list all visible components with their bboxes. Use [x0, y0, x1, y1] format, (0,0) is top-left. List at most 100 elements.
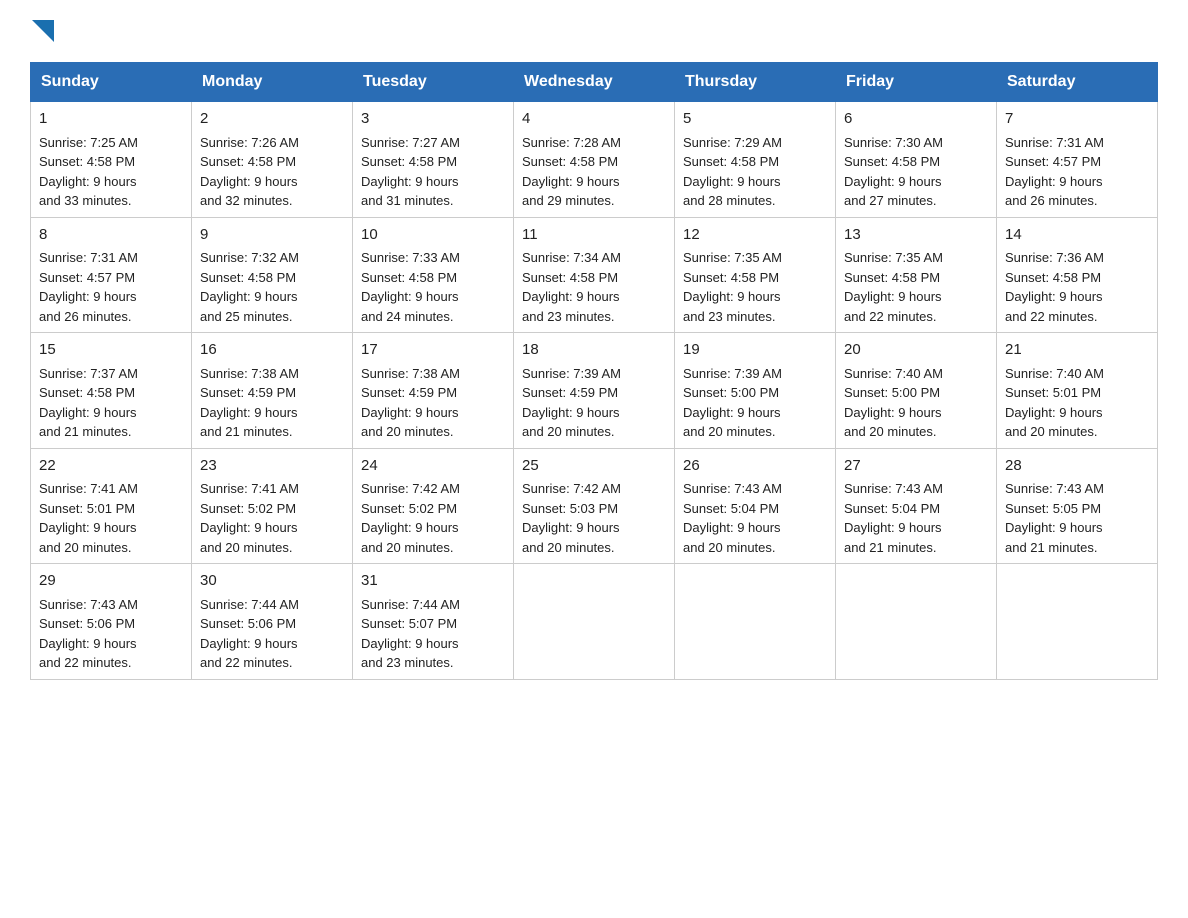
day-number: 8: [39, 224, 183, 247]
day-number: 20: [844, 339, 988, 362]
day-cell: 29Sunrise: 7:43 AMSunset: 5:06 PMDayligh…: [31, 564, 192, 680]
day-info: Sunrise: 7:43 AMSunset: 5:04 PMDaylight:…: [844, 481, 943, 555]
day-info: Sunrise: 7:41 AMSunset: 5:02 PMDaylight:…: [200, 481, 299, 555]
day-info: Sunrise: 7:32 AMSunset: 4:58 PMDaylight:…: [200, 250, 299, 324]
day-cell: 21 Sunrise: 7:40 AMSunset: 5:01 PMDayligh…: [997, 333, 1158, 449]
day-cell: 8 Sunrise: 7:31 AMSunset: 4:57 PMDaylight…: [31, 217, 192, 333]
day-number: 4: [522, 108, 666, 131]
day-info: Sunrise: 7:30 AMSunset: 4:58 PMDaylight:…: [844, 135, 943, 209]
day-cell: 27Sunrise: 7:43 AMSunset: 5:04 PMDayligh…: [836, 448, 997, 564]
day-number: 12: [683, 224, 827, 247]
header-sunday: Sunday: [31, 63, 192, 102]
day-cell: 3 Sunrise: 7:27 AMSunset: 4:58 PMDaylight…: [353, 102, 514, 218]
day-cell: 15 Sunrise: 7:37 AMSunset: 4:58 PMDayligh…: [31, 333, 192, 449]
day-cell: 30 Sunrise: 7:44 AMSunset: 5:06 PMDayligh…: [192, 564, 353, 680]
days-header-row: SundayMondayTuesdayWednesdayThursdayFrid…: [31, 63, 1158, 102]
day-info: Sunrise: 7:42 AMSunset: 5:02 PMDaylight:…: [361, 481, 460, 555]
day-number: 28: [1005, 455, 1149, 478]
day-number: 31: [361, 570, 505, 593]
day-info: Sunrise: 7:43 AMSunset: 5:04 PMDaylight:…: [683, 481, 782, 555]
day-info: Sunrise: 7:39 AMSunset: 5:00 PMDaylight:…: [683, 366, 782, 440]
day-number: 30: [200, 570, 344, 593]
day-cell: 22 Sunrise: 7:41 AMSunset: 5:01 PMDayligh…: [31, 448, 192, 564]
day-cell: 6 Sunrise: 7:30 AMSunset: 4:58 PMDaylight…: [836, 102, 997, 218]
day-info: Sunrise: 7:42 AMSunset: 5:03 PMDaylight:…: [522, 481, 621, 555]
day-info: Sunrise: 7:37 AMSunset: 4:58 PMDaylight:…: [39, 366, 138, 440]
day-cell: [514, 564, 675, 680]
day-number: 3: [361, 108, 505, 131]
header-thursday: Thursday: [675, 63, 836, 102]
day-cell: 23 Sunrise: 7:41 AMSunset: 5:02 PMDayligh…: [192, 448, 353, 564]
day-number: 14: [1005, 224, 1149, 247]
day-cell: 14 Sunrise: 7:36 AMSunset: 4:58 PMDayligh…: [997, 217, 1158, 333]
day-info: Sunrise: 7:40 AMSunset: 5:01 PMDaylight:…: [1005, 366, 1104, 440]
day-info: Sunrise: 7:27 AMSunset: 4:58 PMDaylight:…: [361, 135, 460, 209]
day-number: 9: [200, 224, 344, 247]
day-info: Sunrise: 7:44 AMSunset: 5:07 PMDaylight:…: [361, 597, 460, 671]
week-row-5: 29Sunrise: 7:43 AMSunset: 5:06 PMDayligh…: [31, 564, 1158, 680]
page-header: [30, 20, 1158, 42]
day-info: Sunrise: 7:44 AMSunset: 5:06 PMDaylight:…: [200, 597, 299, 671]
day-cell: 11Sunrise: 7:34 AMSunset: 4:58 PMDayligh…: [514, 217, 675, 333]
day-number: 5: [683, 108, 827, 131]
day-number: 16: [200, 339, 344, 362]
day-cell: 13 Sunrise: 7:35 AMSunset: 4:58 PMDayligh…: [836, 217, 997, 333]
day-info: Sunrise: 7:35 AMSunset: 4:58 PMDaylight:…: [683, 250, 782, 324]
day-cell: 7 Sunrise: 7:31 AMSunset: 4:57 PMDaylight…: [997, 102, 1158, 218]
logo-triangle-icon: [32, 20, 54, 42]
week-row-2: 8 Sunrise: 7:31 AMSunset: 4:57 PMDaylight…: [31, 217, 1158, 333]
day-info: Sunrise: 7:31 AMSunset: 4:57 PMDaylight:…: [1005, 135, 1104, 209]
day-number: 18: [522, 339, 666, 362]
day-info: Sunrise: 7:25 AMSunset: 4:58 PMDaylight:…: [39, 135, 138, 209]
day-cell: 2 Sunrise: 7:26 AMSunset: 4:58 PMDaylight…: [192, 102, 353, 218]
day-cell: 1 Sunrise: 7:25 AMSunset: 4:58 PMDaylight…: [31, 102, 192, 218]
day-number: 26: [683, 455, 827, 478]
day-number: 1: [39, 108, 183, 131]
day-info: Sunrise: 7:31 AMSunset: 4:57 PMDaylight:…: [39, 250, 138, 324]
day-cell: 25 Sunrise: 7:42 AMSunset: 5:03 PMDayligh…: [514, 448, 675, 564]
day-number: 24: [361, 455, 505, 478]
day-number: 21: [1005, 339, 1149, 362]
day-cell: 18 Sunrise: 7:39 AMSunset: 4:59 PMDayligh…: [514, 333, 675, 449]
day-number: 7: [1005, 108, 1149, 131]
day-number: 10: [361, 224, 505, 247]
day-number: 2: [200, 108, 344, 131]
day-info: Sunrise: 7:28 AMSunset: 4:58 PMDaylight:…: [522, 135, 621, 209]
day-cell: 17 Sunrise: 7:38 AMSunset: 4:59 PMDayligh…: [353, 333, 514, 449]
day-info: Sunrise: 7:35 AMSunset: 4:58 PMDaylight:…: [844, 250, 943, 324]
day-info: Sunrise: 7:40 AMSunset: 5:00 PMDaylight:…: [844, 366, 943, 440]
logo: [30, 20, 54, 42]
day-cell: 26 Sunrise: 7:43 AMSunset: 5:04 PMDayligh…: [675, 448, 836, 564]
week-row-3: 15 Sunrise: 7:37 AMSunset: 4:58 PMDayligh…: [31, 333, 1158, 449]
day-number: 25: [522, 455, 666, 478]
header-saturday: Saturday: [997, 63, 1158, 102]
day-cell: 5 Sunrise: 7:29 AMSunset: 4:58 PMDaylight…: [675, 102, 836, 218]
header-monday: Monday: [192, 63, 353, 102]
day-info: Sunrise: 7:41 AMSunset: 5:01 PMDaylight:…: [39, 481, 138, 555]
day-cell: 19 Sunrise: 7:39 AMSunset: 5:00 PMDayligh…: [675, 333, 836, 449]
day-cell: 4 Sunrise: 7:28 AMSunset: 4:58 PMDaylight…: [514, 102, 675, 218]
day-cell: 31 Sunrise: 7:44 AMSunset: 5:07 PMDayligh…: [353, 564, 514, 680]
week-row-4: 22 Sunrise: 7:41 AMSunset: 5:01 PMDayligh…: [31, 448, 1158, 564]
day-number: 13: [844, 224, 988, 247]
day-info: Sunrise: 7:34 AMSunset: 4:58 PMDaylight:…: [522, 250, 621, 324]
day-info: Sunrise: 7:33 AMSunset: 4:58 PMDaylight:…: [361, 250, 460, 324]
day-number: 6: [844, 108, 988, 131]
day-info: Sunrise: 7:38 AMSunset: 4:59 PMDaylight:…: [200, 366, 299, 440]
day-info: Sunrise: 7:29 AMSunset: 4:58 PMDaylight:…: [683, 135, 782, 209]
day-info: Sunrise: 7:26 AMSunset: 4:58 PMDaylight:…: [200, 135, 299, 209]
day-info: Sunrise: 7:39 AMSunset: 4:59 PMDaylight:…: [522, 366, 621, 440]
day-cell: [675, 564, 836, 680]
day-number: 15: [39, 339, 183, 362]
day-cell: 28Sunrise: 7:43 AMSunset: 5:05 PMDayligh…: [997, 448, 1158, 564]
header-friday: Friday: [836, 63, 997, 102]
day-number: 17: [361, 339, 505, 362]
day-number: 23: [200, 455, 344, 478]
day-info: Sunrise: 7:43 AMSunset: 5:06 PMDaylight:…: [39, 597, 138, 671]
day-number: 22: [39, 455, 183, 478]
day-number: 19: [683, 339, 827, 362]
day-cell: [997, 564, 1158, 680]
day-info: Sunrise: 7:36 AMSunset: 4:58 PMDaylight:…: [1005, 250, 1104, 324]
day-info: Sunrise: 7:38 AMSunset: 4:59 PMDaylight:…: [361, 366, 460, 440]
day-cell: [836, 564, 997, 680]
